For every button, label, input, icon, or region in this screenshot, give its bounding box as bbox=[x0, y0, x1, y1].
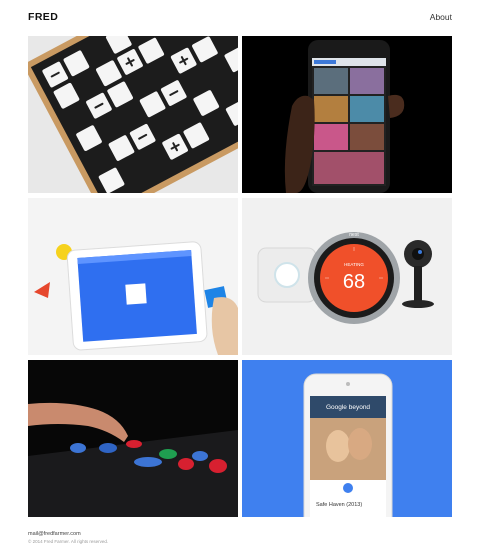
app-title: Google beyond bbox=[326, 404, 370, 411]
site-footer: mail@fredfarmer.com © 2014 Fred Farmer. … bbox=[28, 531, 452, 544]
site-logo[interactable]: FRED bbox=[28, 11, 58, 23]
tile-google-beyond-app[interactable]: Google beyond Safe Haven (2013) bbox=[242, 360, 452, 517]
clay-tabletop-image bbox=[28, 360, 238, 517]
about-link[interactable]: About bbox=[430, 12, 452, 22]
google-beyond-app-image: Google beyond Safe Haven (2013) bbox=[242, 360, 452, 517]
movie-title: Safe Haven (2013) bbox=[316, 502, 362, 508]
phone-photo-app-image bbox=[242, 36, 452, 193]
smart-home-devices-image: HEATING 68 nest bbox=[242, 198, 452, 355]
tile-clay-tabletop[interactable] bbox=[28, 360, 238, 517]
crossword-board-image bbox=[28, 36, 238, 193]
nest-brand-mark: nest bbox=[349, 232, 359, 238]
footer-email-link[interactable]: mail@fredfarmer.com bbox=[28, 531, 452, 537]
site-header: FRED About bbox=[0, 0, 480, 36]
portfolio-grid: HEATING 68 nest Google beyond Safe Haven… bbox=[28, 36, 452, 517]
tablet-shapes-game-image bbox=[28, 198, 238, 355]
thermostat-label: HEATING bbox=[344, 262, 364, 267]
footer-copyright: © 2014 Fred Farmer. All rights reserved. bbox=[28, 539, 109, 544]
tile-crossword-board[interactable] bbox=[28, 36, 238, 193]
thermostat-value: 68 bbox=[343, 271, 365, 293]
tile-phone-photo-app[interactable] bbox=[242, 36, 452, 193]
tile-smart-home-devices[interactable]: HEATING 68 nest bbox=[242, 198, 452, 355]
tile-tablet-shapes-game[interactable] bbox=[28, 198, 238, 355]
